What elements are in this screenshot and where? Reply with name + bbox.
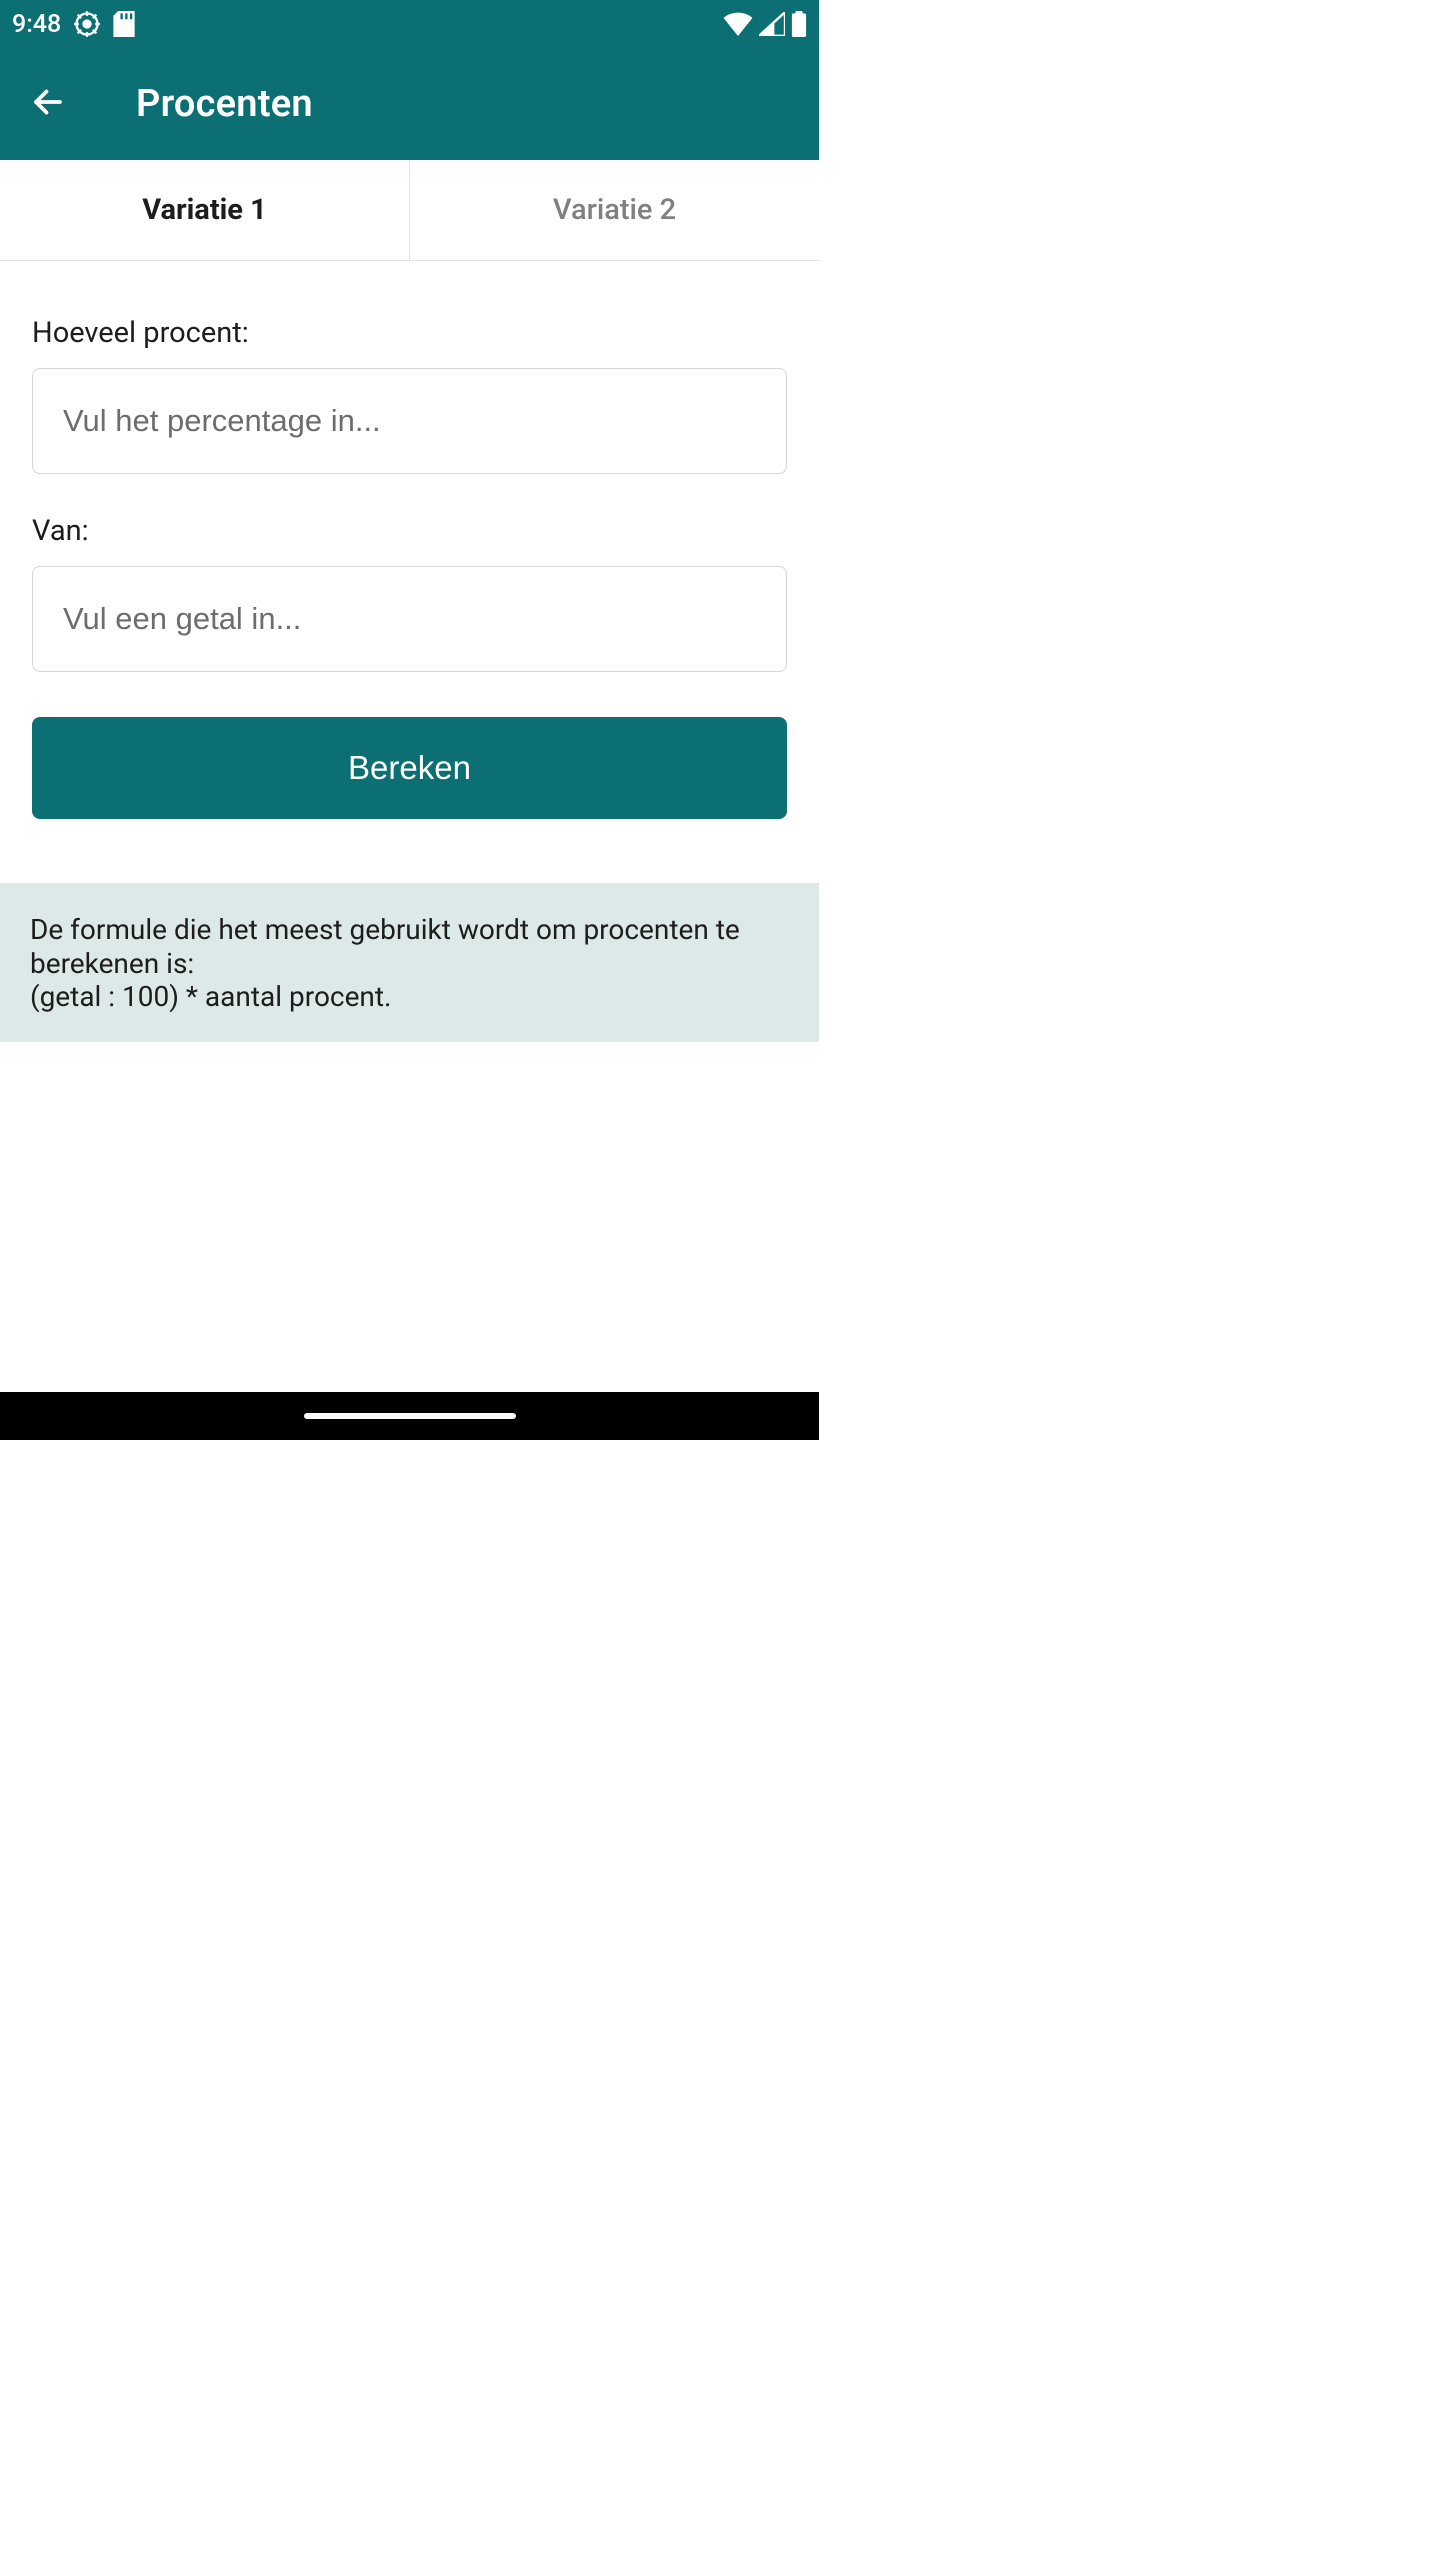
- page-title: Procenten: [136, 82, 313, 126]
- tab-variatie-2[interactable]: Variatie 2: [410, 160, 819, 260]
- back-button[interactable]: [20, 76, 76, 132]
- status-left: 9:48: [12, 10, 135, 39]
- system-nav-bar: [0, 1392, 819, 1440]
- battery-icon: [791, 11, 807, 37]
- gear-icon: [73, 10, 101, 38]
- field-group-percentage: Hoeveel procent:: [32, 316, 787, 474]
- tab-label: Variatie 1: [142, 193, 267, 227]
- formula-info: De formule die het meest gebruikt wordt …: [0, 883, 819, 1042]
- status-time: 9:48: [12, 10, 61, 39]
- percentage-input[interactable]: [32, 368, 787, 474]
- field-group-of: Van:: [32, 514, 787, 672]
- of-label: Van:: [32, 514, 787, 548]
- form-area: Hoeveel procent: Van: Bereken: [0, 261, 819, 851]
- tab-variatie-1[interactable]: Variatie 1: [0, 160, 409, 260]
- sd-card-icon: [113, 11, 135, 37]
- nav-handle[interactable]: [304, 1413, 516, 1419]
- tabs: Variatie 1 Variatie 2: [0, 160, 819, 261]
- wifi-icon: [723, 12, 753, 36]
- of-input[interactable]: [32, 566, 787, 672]
- signal-icon: [759, 12, 785, 36]
- status-right: [723, 11, 807, 37]
- calculate-button[interactable]: Bereken: [32, 717, 787, 819]
- app-bar: Procenten: [0, 48, 819, 160]
- tab-label: Variatie 2: [553, 193, 676, 227]
- main-content: Hoeveel procent: Van: Bereken De formule…: [0, 261, 819, 1392]
- percentage-label: Hoeveel procent:: [32, 316, 787, 350]
- status-bar: 9:48: [0, 0, 819, 48]
- arrow-left-icon: [30, 84, 66, 124]
